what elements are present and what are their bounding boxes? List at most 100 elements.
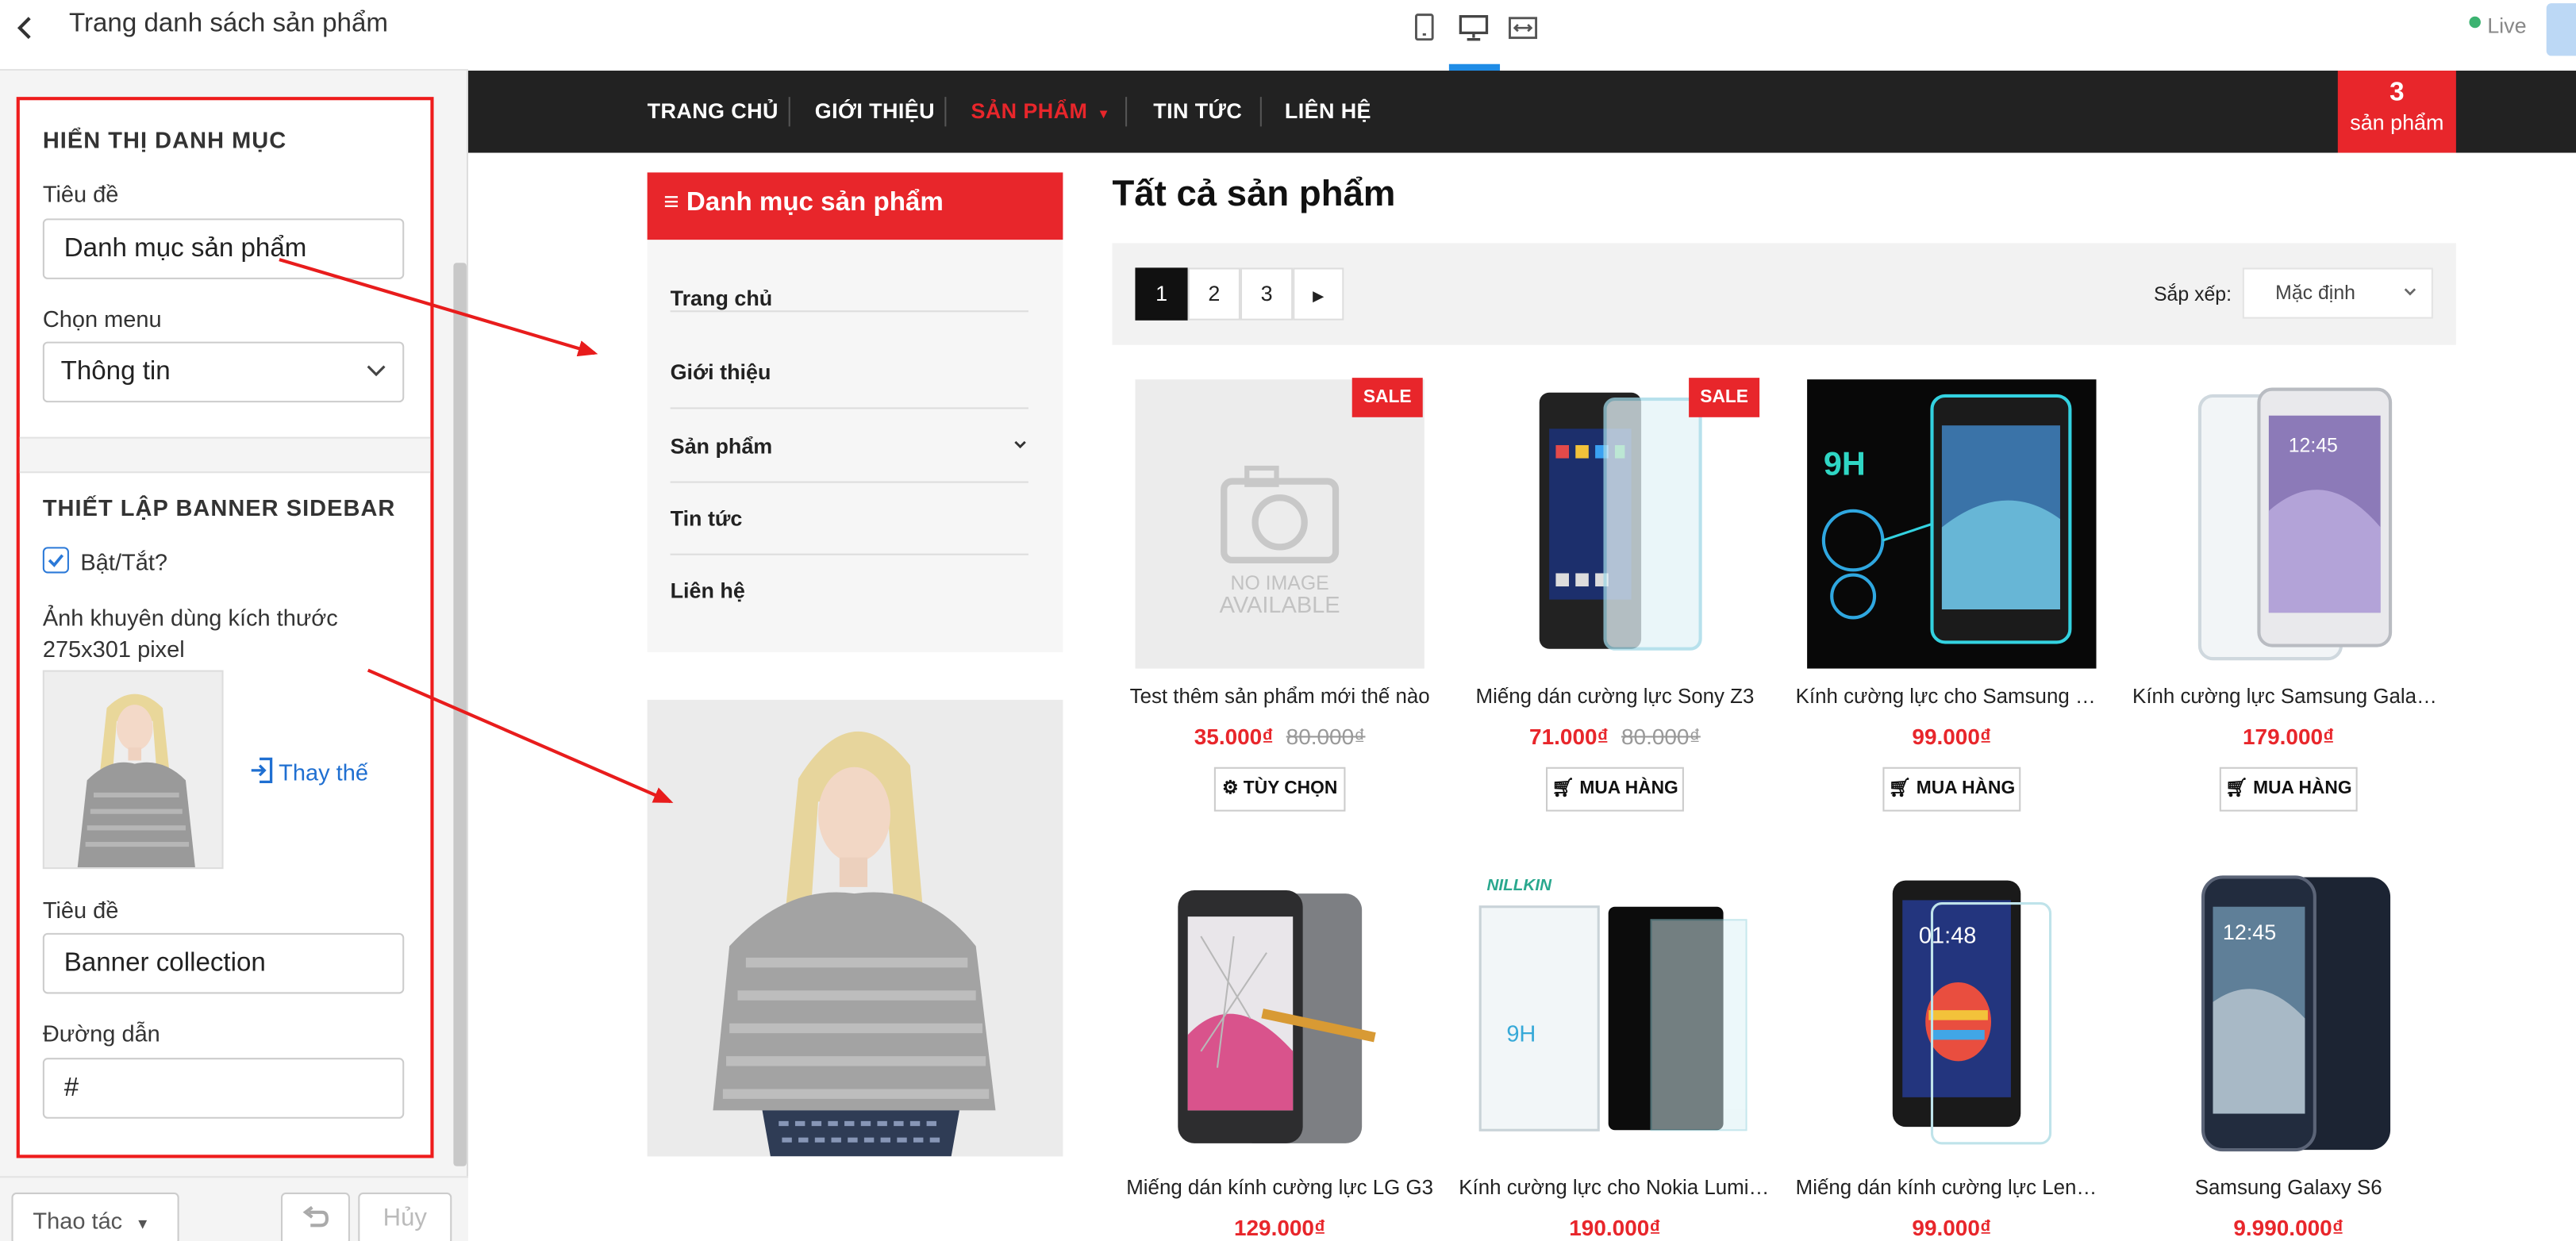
buy-button-label: MUA HÀNG (2253, 778, 2352, 799)
cart-icon: 🛒︎ (1888, 778, 1912, 799)
product-name[interactable]: Kính cường lực cho Samsung Galaxy A8 (1796, 685, 2108, 708)
product-price: 99.000₫ (1796, 724, 2108, 749)
editor-header: Trang danh sách sản phẩm (0, 0, 468, 71)
product-image-5[interactable] (1135, 870, 1424, 1160)
camera-icon (1135, 379, 1424, 669)
page-3-button[interactable]: 3 (1240, 267, 1294, 321)
publish-button[interactable] (2546, 3, 2576, 56)
nav-item-products-label: SẢN PHẨM (971, 98, 1088, 124)
no-image-text: NO IMAGE AVAILABLE (1135, 573, 1424, 616)
chevron-down-icon (2402, 270, 2419, 336)
category-item-about[interactable]: Giới thiệu (670, 336, 1028, 409)
svg-text:12:45: 12:45 (2289, 435, 2338, 456)
product-name[interactable]: Miếng dán cường lực Sony Z3 (1459, 685, 1771, 708)
options-button-label: TÙY CHỌN (1243, 778, 1338, 799)
product-image-2[interactable] (1470, 379, 1760, 669)
product-image-7[interactable]: 01:48 (1807, 870, 2097, 1160)
product-price: 99.000₫ (1796, 1216, 2108, 1240)
product-name[interactable]: Miếng dán kính cường lực Lenovo P70 (1796, 1176, 2108, 1199)
preview-toolbar: Live (467, 0, 2576, 71)
product-image-3[interactable]: 9H (1807, 379, 2097, 669)
editor-sidebar: Trang danh sách sản phẩm HIỂN THỊ DANH M… (0, 0, 468, 1241)
menu-label: Chọn menu (42, 305, 162, 332)
cancel-button[interactable]: Hủy (358, 1192, 452, 1241)
chevron-down-icon (367, 344, 386, 422)
link-label: Đường dẫn (42, 1020, 160, 1047)
product-price: 179.000₫ (2132, 724, 2444, 749)
product-name[interactable]: Test thêm sản phẩm mới thế nào (1124, 685, 1436, 708)
product-name[interactable]: Samsung Galaxy S6 (2132, 1176, 2444, 1199)
buy-button-label: MUA HÀNG (1916, 778, 2016, 799)
category-item-home[interactable]: Trang chủ (670, 240, 1028, 313)
editor-footer: Thao tác ▼ Hủy (0, 1176, 468, 1241)
product-image-4[interactable]: 12:45 (2143, 379, 2433, 669)
settings-panel: HIỂN THỊ DANH MỤC Tiêu đề Danh mục sản p… (16, 97, 434, 1158)
product-price: 129.000₫ (1124, 1216, 1436, 1240)
caret-right-icon: ▶ (1313, 287, 1325, 304)
desktop-view-icon[interactable] (1459, 13, 1489, 52)
product-name[interactable]: Kính cường lực Samsung Galaxy Note 4 (2132, 685, 2444, 708)
toggle-checkbox[interactable] (42, 547, 69, 574)
product-name[interactable]: Kính cường lực cho Nokia Lumia 925 (1459, 1176, 1771, 1199)
menu-select[interactable]: Thông tin (42, 341, 405, 403)
editor-title: Trang danh sách sản phẩm (68, 10, 388, 38)
current-price: 179.000₫ (2243, 724, 2335, 749)
image-size-hint: Ảnh khuyên dùng kích thước 275x301 pixel (42, 604, 338, 663)
category-item-products[interactable]: Sản phẩm (670, 409, 1028, 483)
current-price: 9.990.000₫ (2233, 1215, 2344, 1240)
current-price: 129.000₫ (1233, 1215, 1326, 1240)
nav-separator (1259, 97, 1262, 127)
page-1-button[interactable]: 1 (1135, 267, 1188, 321)
nav-item-about[interactable]: GIỚI THIỆU (815, 98, 935, 123)
replace-icon (250, 757, 279, 785)
current-price: 190.000₫ (1569, 1215, 1661, 1240)
fullwidth-view-icon[interactable] (1508, 13, 1538, 52)
category-item-news[interactable]: Tin tức (670, 483, 1028, 555)
nav-separator (944, 97, 947, 127)
buy-button[interactable]: 🛒︎ MUA HÀNG (1546, 766, 1684, 812)
sidebar-banner-image[interactable] (647, 699, 1063, 1157)
sidebar-scrollbar[interactable] (453, 263, 467, 1166)
current-price: 71.000₫ (1529, 724, 1609, 749)
buy-button[interactable]: 🛒︎ MUA HÀNG (2219, 766, 2358, 812)
next-page-button[interactable]: ▶ (1293, 267, 1344, 321)
nav-item-news[interactable]: TIN TỨC (1153, 98, 1242, 123)
section-heading-category: HIỂN THỊ DANH MỤC (42, 126, 287, 153)
product-price: 35.000₫ 80.000₫ (1124, 724, 1436, 749)
nav-item-products[interactable]: SẢN PHẨM ▼ (971, 98, 1110, 123)
options-button[interactable]: ⚙ TÙY CHỌN (1213, 766, 1346, 812)
cart-icon: 🛒︎ (1551, 778, 1575, 799)
product-name[interactable]: Miếng dán kính cường lực LG G3 (1124, 1176, 1436, 1199)
mobile-view-icon[interactable] (1413, 13, 1436, 52)
product-image-1[interactable]: NO IMAGE AVAILABLE (1135, 379, 1424, 669)
actions-dropdown-button[interactable]: Thao tác ▼ (11, 1192, 179, 1241)
category-item-contact[interactable]: Liên hệ (671, 555, 1028, 628)
replace-image-link[interactable]: Thay thế (250, 757, 368, 786)
sort-label: Sắp xếp: (2153, 282, 2232, 306)
cart-button[interactable]: 3 sản phẩm (2337, 71, 2456, 153)
old-price: 80.000₫ (1286, 724, 1366, 749)
section-heading-banner: THIẾT LẬP BANNER SIDEBAR (42, 494, 396, 521)
sort-select[interactable]: Mặc định (2242, 267, 2433, 319)
back-arrow-icon[interactable] (13, 13, 37, 48)
live-status-dot (2469, 16, 2481, 29)
caret-down-icon: ▼ (1097, 106, 1111, 122)
product-price: 9.990.000₫ (2132, 1216, 2444, 1240)
nav-separator (1125, 97, 1128, 127)
nav-item-home[interactable]: TRANG CHỦ (648, 98, 779, 123)
category-title-input[interactable]: Danh mục sản phẩm (42, 218, 405, 279)
banner-link-input[interactable]: # (42, 1058, 405, 1119)
replace-label: Thay thế (279, 759, 368, 786)
banner-title-label: Tiêu đề (42, 897, 119, 924)
banner-title-input[interactable]: Banner collection (42, 932, 405, 994)
nav-item-contact[interactable]: LIÊN HỆ (1285, 98, 1371, 123)
page-2-button[interactable]: 2 (1187, 267, 1240, 321)
banner-thumbnail (42, 670, 224, 870)
product-image-6[interactable]: NILLKIN 9H (1470, 870, 1760, 1160)
gear-icon: ⚙ (1221, 778, 1239, 799)
live-label: Live (2487, 13, 2527, 38)
undo-button[interactable] (280, 1192, 350, 1241)
sale-badge: SALE (1689, 378, 1760, 417)
buy-button[interactable]: 🛒︎ MUA HÀNG (1882, 766, 2021, 812)
product-image-8[interactable]: 12:45 (2143, 870, 2433, 1160)
